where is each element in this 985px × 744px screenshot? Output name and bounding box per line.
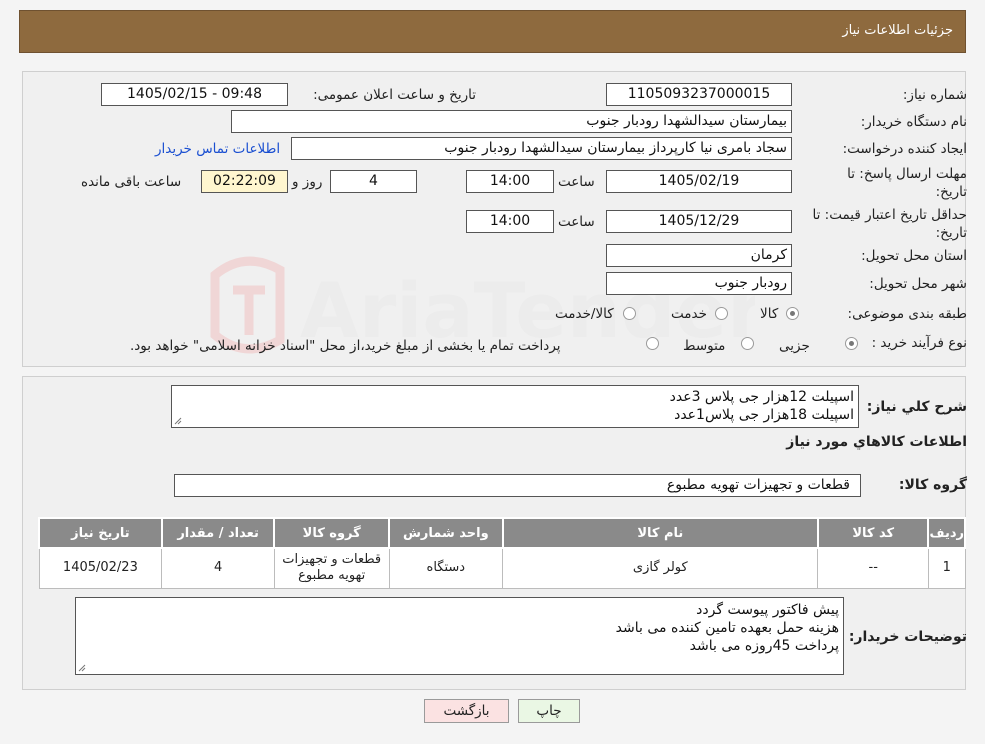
goods-table-header: رديف کد کالا نام کالا واحد شمارش گروه کا…	[38, 517, 966, 549]
summary-line: اسپیلت 12هزار جی پلاس 3عدد	[669, 389, 854, 405]
category-radio-goods[interactable]	[786, 307, 799, 320]
process-radio-medium[interactable]	[741, 337, 754, 350]
price-validity-time-field: 14:00	[466, 210, 554, 233]
col-unit: واحد شمارش	[388, 517, 504, 549]
reply-time-field: 14:00	[466, 170, 554, 193]
province-field: کرمان	[606, 244, 792, 267]
process-option-medium: متوسط	[683, 338, 726, 354]
need-number-field: 1105093237000015	[606, 83, 792, 106]
cell-group: قطعات و تجهیزات تهویه مطبوع	[273, 547, 390, 589]
buyer-notes-line: هزینه حمل بعهده تامین کننده می باشد	[615, 620, 839, 636]
category-option-goods-service: کالا/خدمت	[555, 306, 614, 322]
cell-row: 1	[927, 547, 966, 589]
buyer-org-field: بیمارستان سیدالشهدا رودبار جنوب	[231, 110, 792, 133]
buyer-notes-line: پرداخت 45روزه می باشد	[689, 638, 839, 654]
remaining-days-field: 4	[330, 170, 417, 193]
resize-grip-icon[interactable]	[174, 417, 182, 425]
summary-line: اسپیلت 18هزار جی پلاس1عدد	[674, 407, 854, 423]
col-group: گروه کالا	[273, 517, 390, 549]
process-option-minor: جزیی	[779, 338, 810, 354]
reply-time-label: ساعت	[558, 174, 595, 190]
price-validity-date-field: 1405/12/29	[606, 210, 792, 233]
goods-table: رديف کد کالا نام کالا واحد شمارش گروه کا…	[38, 517, 966, 589]
print-button[interactable]: چاپ	[518, 699, 580, 723]
col-name: نام کالا	[501, 517, 819, 549]
category-radio-service[interactable]	[715, 307, 728, 320]
reply-deadline-label: مهلت ارسال پاسخ: تا	[847, 166, 967, 182]
buyer-contact-link[interactable]: اطلاعات تماس خریدار	[155, 141, 280, 157]
price-validity-label-date: تاریخ:	[935, 225, 967, 241]
col-code: کد کالا	[816, 517, 930, 549]
announce-datetime-field: 1405/02/15 - 09:48	[101, 83, 288, 106]
price-validity-label: حداقل تاریخ اعتبار قیمت: تا	[812, 207, 967, 223]
category-label: طبقه بندی موضوعی:	[847, 306, 967, 322]
cell-name: کولر گازی	[502, 547, 819, 589]
cell-qty: 4	[161, 547, 275, 589]
remaining-time-field: 02:22:09	[201, 170, 288, 193]
goods-section-title: اطلاعات کالاهاي مورد نياز	[786, 434, 967, 450]
announce-datetime-label: تاریخ و ساعت اعلان عمومی:	[313, 87, 476, 103]
buyer-notes-label: توضیحات خریدار:	[848, 629, 967, 645]
page-title: جزئیات اطلاعات نیاز	[842, 23, 953, 38]
resize-grip-icon[interactable]	[78, 664, 86, 672]
goods-group-value: قطعات و تجهیزات تهویه مطبوع	[666, 477, 850, 493]
city-label: شهر محل تحویل:	[869, 276, 967, 292]
reply-deadline-label-date: تاریخ:	[935, 184, 967, 200]
table-row: 1 -- کولر گازی دستگاه قطعات و تجهیزات ته…	[38, 547, 966, 589]
city-field: رودبار جنوب	[606, 272, 792, 295]
process-radio-minor[interactable]	[845, 337, 858, 350]
cell-date: 1405/02/23	[38, 547, 163, 589]
cell-group-line: قطعات و تجهیزات	[282, 552, 382, 568]
process-treasury-note: پرداخت تمام یا بخشی از مبلغ خرید،از محل …	[130, 338, 561, 354]
col-row: رديف	[927, 517, 966, 549]
buyer-notes-line: پیش فاکتور پیوست گردد	[696, 602, 839, 618]
category-option-goods: کالا	[760, 306, 779, 322]
category-radio-goods-service[interactable]	[623, 307, 636, 320]
goods-group-label: گروه کالا:	[898, 477, 967, 493]
cell-code: --	[817, 547, 929, 589]
requester-label: ایجاد کننده درخواست:	[842, 141, 967, 157]
reply-date-field: 1405/02/19	[606, 170, 792, 193]
cell-group-line: تهویه مطبوع	[298, 568, 366, 584]
col-qty: تعداد / مقدار	[160, 517, 276, 549]
buyer-notes-textarea[interactable]: پیش فاکتور پیوست گردد هزینه حمل بعهده تا…	[75, 597, 844, 675]
buyer-org-label: نام دستگاه خریدار:	[860, 114, 967, 130]
page-header: جزئیات اطلاعات نیاز	[19, 10, 966, 53]
back-button[interactable]: بازگشت	[424, 699, 509, 723]
need-number-label: شماره نیاز:	[902, 87, 967, 103]
price-validity-time-label: ساعت	[558, 214, 595, 230]
province-label: استان محل تحویل:	[861, 248, 967, 264]
requester-field: سجاد بامری نیا کارپرداز بیمارستان سیدالش…	[291, 137, 792, 160]
summary-label: شرح کلي نياز:	[866, 399, 967, 415]
summary-textarea[interactable]: اسپیلت 12هزار جی پلاس 3عدد اسپیلت 18هزار…	[171, 385, 859, 428]
remaining-time-label: ساعت باقی مانده	[81, 174, 182, 190]
category-option-service: خدمت	[671, 306, 707, 322]
process-type-label: نوع فرآیند خرید :	[871, 335, 967, 351]
days-label: روز و	[292, 174, 323, 190]
cell-unit: دستگاه	[388, 547, 504, 589]
col-date: تاريخ نياز	[38, 517, 163, 549]
goods-group-field: قطعات و تجهیزات تهویه مطبوع	[174, 474, 861, 497]
process-radio-treasury[interactable]	[646, 337, 659, 350]
